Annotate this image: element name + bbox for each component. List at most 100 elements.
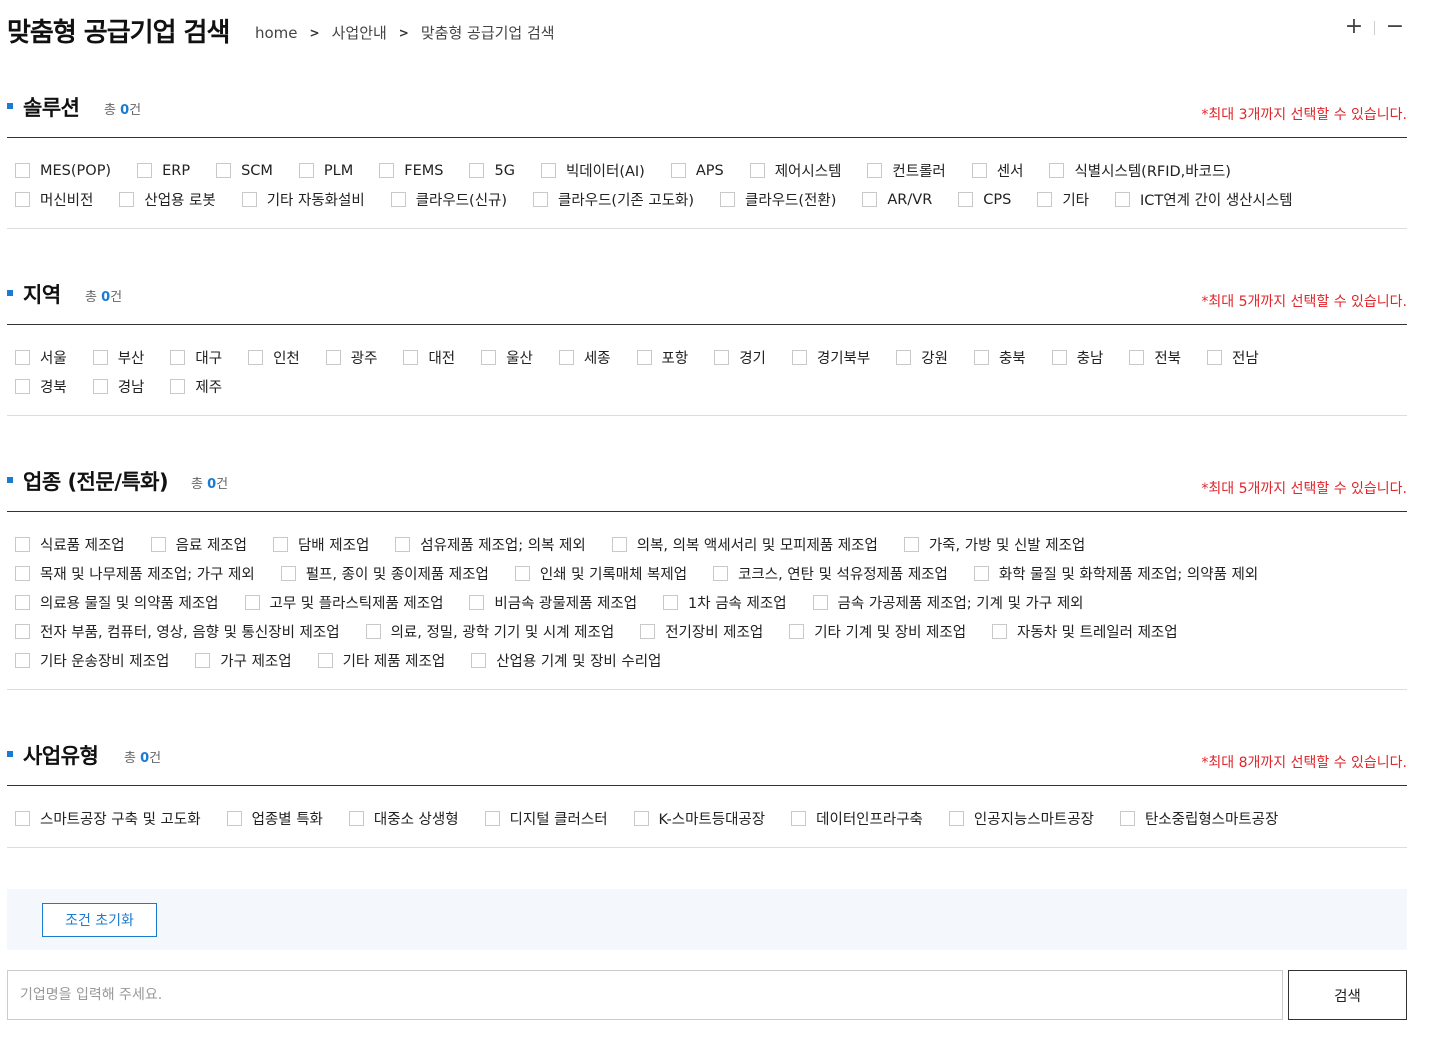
option-item[interactable]: 섬유제품 제조업; 의복 제외 [395, 534, 586, 555]
option-item[interactable]: 코크스, 연탄 및 석유정제품 제조업 [713, 563, 948, 584]
option-item[interactable]: 탄소중립형스마트공장 [1119, 808, 1278, 829]
option-item[interactable]: 컨트롤러 [867, 160, 946, 181]
option-item[interactable]: 식별시스템(RFID,바코드) [1049, 160, 1231, 181]
option-item[interactable]: SCM [216, 163, 273, 179]
checkbox[interactable] [15, 350, 30, 365]
option-item[interactable]: 기타 운송장비 제조업 [15, 650, 169, 671]
checkbox[interactable] [558, 350, 574, 365]
checkbox[interactable] [640, 624, 656, 639]
checkbox[interactable] [280, 566, 296, 581]
checkbox[interactable] [903, 537, 919, 552]
checkbox[interactable] [791, 811, 807, 826]
option-item[interactable]: 기타 기계 및 장비 제조업 [789, 621, 966, 642]
checkbox[interactable] [1129, 350, 1145, 365]
option-item[interactable]: 빅데이터(AI) [540, 160, 645, 181]
checkbox[interactable] [611, 537, 627, 552]
checkbox[interactable] [633, 811, 649, 826]
checkbox[interactable] [15, 811, 30, 826]
checkbox[interactable] [226, 811, 242, 826]
checkbox[interactable] [1119, 811, 1135, 826]
option-item[interactable]: 펄프, 종이 및 종이제품 제조업 [280, 563, 489, 584]
checkbox[interactable] [15, 566, 30, 581]
option-item[interactable]: 경기 [714, 347, 766, 368]
checkbox[interactable] [958, 192, 974, 207]
option-item[interactable]: 전남 [1207, 347, 1259, 368]
checkbox[interactable] [481, 350, 497, 365]
search-button[interactable]: 검색 [1288, 970, 1407, 1020]
option-item[interactable]: 대전 [403, 347, 455, 368]
option-item[interactable]: 가죽, 가방 및 신발 제조업 [903, 534, 1085, 555]
checkbox[interactable] [1051, 350, 1067, 365]
checkbox[interactable] [244, 595, 260, 610]
checkbox[interactable] [92, 350, 108, 365]
option-item[interactable]: ICT연계 간이 생산시스템 [1115, 189, 1293, 210]
option-item[interactable]: 전북 [1129, 347, 1181, 368]
checkbox[interactable] [298, 163, 314, 178]
checkbox[interactable] [15, 624, 30, 639]
option-item[interactable]: 포항 [636, 347, 688, 368]
checkbox[interactable] [150, 537, 166, 552]
option-item[interactable]: 금속 가공제품 제조업; 기계 및 가구 제외 [812, 592, 1084, 613]
checkbox[interactable] [170, 350, 186, 365]
option-item[interactable]: 기타 자동화설비 [241, 189, 365, 210]
checkbox[interactable] [789, 624, 805, 639]
checkbox[interactable] [862, 192, 878, 207]
checkbox[interactable] [663, 595, 679, 610]
checkbox[interactable] [514, 566, 530, 581]
checkbox[interactable] [540, 163, 556, 178]
checkbox[interactable] [896, 350, 912, 365]
option-item[interactable]: 데이터인프라구축 [791, 808, 923, 829]
option-item[interactable]: 전자 부품, 컴퓨터, 영상, 음향 및 통신장비 제조업 [15, 621, 340, 642]
option-item[interactable]: 산업용 로봇 [119, 189, 216, 210]
option-item[interactable]: 강원 [896, 347, 948, 368]
option-item[interactable]: 충북 [973, 347, 1026, 368]
option-item[interactable]: 1차 금속 제조업 [663, 592, 787, 613]
option-item[interactable]: 목재 및 나무제품 제조업; 가구 제외 [15, 563, 255, 584]
option-item[interactable]: 업종별 특화 [226, 808, 323, 829]
checkbox[interactable] [248, 350, 264, 365]
checkbox[interactable] [1207, 350, 1222, 365]
checkbox[interactable] [272, 537, 288, 552]
checkbox[interactable] [15, 595, 30, 610]
checkbox[interactable] [469, 163, 485, 178]
checkbox[interactable] [216, 163, 232, 178]
checkbox[interactable] [15, 163, 30, 178]
option-item[interactable]: FEMS [379, 163, 443, 179]
reset-filters-button[interactable]: 조건 초기화 [42, 903, 157, 937]
checkbox[interactable] [1049, 163, 1065, 178]
checkbox[interactable] [403, 350, 419, 365]
option-item[interactable]: PLM [298, 163, 353, 179]
option-item[interactable]: 자동차 및 트레일러 제조업 [992, 621, 1178, 642]
option-item[interactable]: 인쇄 및 기록매체 복제업 [514, 563, 687, 584]
option-item[interactable]: 대구 [170, 347, 222, 368]
checkbox[interactable] [713, 566, 729, 581]
zoom-in-icon[interactable]: + [1342, 16, 1366, 40]
option-item[interactable]: 클라우드(전환) [720, 189, 836, 210]
checkbox[interactable] [791, 350, 807, 365]
checkbox[interactable] [15, 379, 30, 394]
option-item[interactable]: 대중소 상생형 [348, 808, 459, 829]
checkbox[interactable] [992, 624, 1008, 639]
option-item[interactable]: 의료, 정밀, 광학 기기 및 시계 제조업 [365, 621, 614, 642]
option-item[interactable]: K-스마트등대공장 [633, 808, 765, 829]
checkbox[interactable] [1115, 192, 1131, 207]
checkbox[interactable] [714, 350, 730, 365]
checkbox[interactable] [137, 163, 153, 178]
option-item[interactable]: 충남 [1051, 347, 1103, 368]
checkbox[interactable] [241, 192, 257, 207]
company-search-input[interactable] [7, 970, 1283, 1020]
checkbox[interactable] [317, 653, 333, 668]
breadcrumb-business-info[interactable]: 사업안내 [332, 22, 387, 43]
option-item[interactable]: 클라우드(신규) [390, 189, 507, 210]
option-item[interactable]: 광주 [325, 347, 377, 368]
checkbox[interactable] [471, 653, 487, 668]
checkbox[interactable] [390, 192, 406, 207]
option-item[interactable]: MES(POP) [15, 163, 111, 179]
option-item[interactable]: 의료용 물질 및 의약품 제조업 [15, 592, 219, 613]
option-item[interactable]: 기타 [1037, 189, 1089, 210]
option-item[interactable]: 서울 [15, 347, 67, 368]
option-item[interactable]: 제어시스템 [749, 160, 841, 181]
option-item[interactable]: 전기장비 제조업 [640, 621, 763, 642]
option-item[interactable]: 스마트공장 구축 및 고도화 [15, 808, 201, 829]
option-item[interactable]: APS [670, 163, 724, 179]
